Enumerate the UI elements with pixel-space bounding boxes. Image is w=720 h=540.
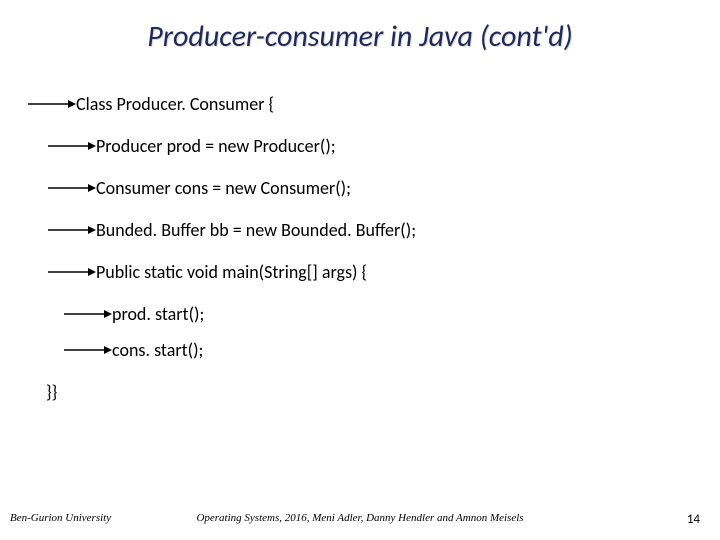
code-text: Bunded. Buffer bb = new Bounded. Buffer(… — [96, 219, 416, 241]
code-text: Consumer cons = new Consumer(); — [96, 177, 351, 199]
code-line: Consumer cons = new Consumer(); — [48, 177, 720, 199]
code-text: prod. start(); — [112, 303, 204, 325]
code-block: Class Producer. Consumer { Producer prod… — [0, 65, 720, 403]
arrow-icon — [48, 267, 96, 277]
code-text: cons. start(); — [112, 339, 203, 361]
code-line: cons. start(); — [64, 339, 720, 361]
code-line: Bunded. Buffer bb = new Bounded. Buffer(… — [48, 219, 720, 241]
code-line: prod. start(); — [64, 303, 720, 325]
slide-title: Producer-consumer in Java (cont'd) — [0, 0, 720, 65]
arrow-icon — [48, 225, 96, 235]
arrow-icon — [28, 99, 76, 109]
code-text: Producer prod = new Producer(); — [96, 135, 336, 157]
arrow-icon — [64, 345, 112, 355]
code-text: }} — [46, 381, 57, 403]
code-text: Class Producer. Consumer { — [76, 93, 274, 115]
slide-footer: Ben-Gurion University Operating Systems,… — [0, 512, 720, 524]
arrow-icon — [48, 183, 96, 193]
arrow-icon — [64, 309, 112, 319]
slide-number: 14 — [687, 512, 700, 527]
code-line: Producer prod = new Producer(); — [48, 135, 720, 157]
code-line: Public static void main(String[] args) { — [48, 261, 720, 283]
code-text: Public static void main(String[] args) { — [96, 261, 367, 283]
arrow-icon — [48, 141, 96, 151]
code-line: Class Producer. Consumer { — [28, 93, 720, 115]
code-line: }} — [46, 381, 720, 403]
footer-left: Ben-Gurion University — [10, 512, 111, 524]
